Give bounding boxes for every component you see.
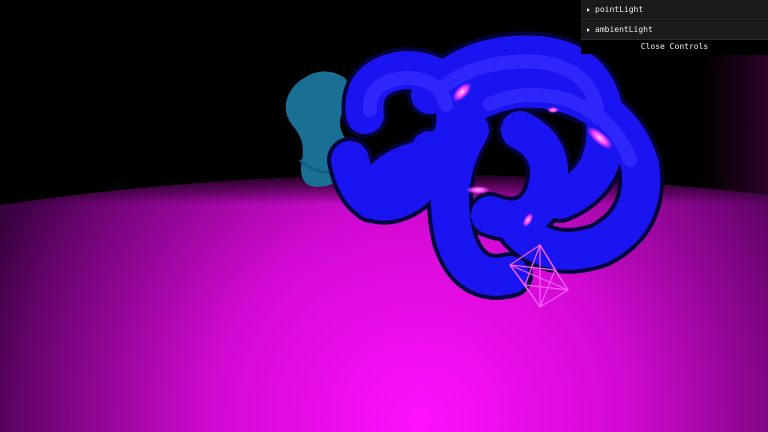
- folder-point-light[interactable]: pointLight: [581, 0, 768, 20]
- 3d-scene-canvas[interactable]: [0, 0, 768, 432]
- folder-label: ambientLight: [595, 25, 653, 34]
- folder-ambient-light[interactable]: ambientLight: [581, 20, 768, 40]
- webgl-viewport[interactable]: pointLight ambientLight Close Controls: [0, 0, 768, 432]
- triangle-right-icon: [587, 7, 590, 12]
- triangle-right-icon: [587, 28, 590, 32]
- folder-label: pointLight: [595, 4, 644, 14]
- back-wall: [700, 55, 768, 205]
- gui-controls-panel: pointLight ambientLight Close Controls: [581, 0, 768, 54]
- close-controls-button[interactable]: Close Controls: [581, 40, 768, 54]
